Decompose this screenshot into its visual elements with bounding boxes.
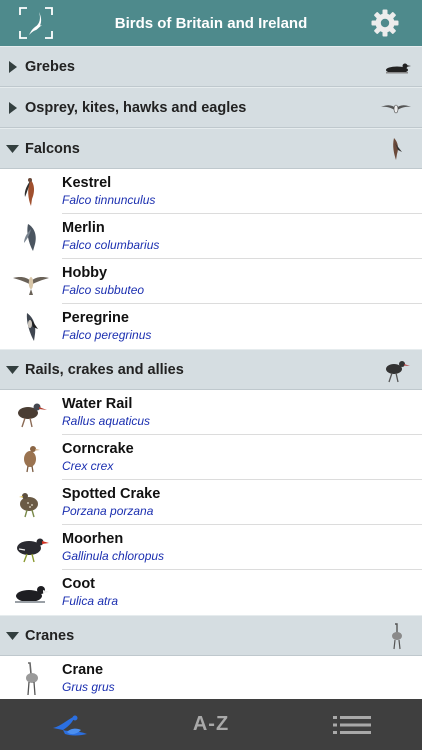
common-name: Crane xyxy=(62,662,104,678)
latin-name: Porzana porzana xyxy=(62,504,154,518)
settings-gear-icon[interactable] xyxy=(370,8,400,38)
kestrel-thumbnail-icon xyxy=(0,169,62,214)
common-name: Spotted Crake xyxy=(62,486,161,502)
a-z-label: A-Z xyxy=(192,713,230,735)
app-header: Birds of Britain and Ireland xyxy=(0,0,422,46)
common-name: Moorhen xyxy=(62,531,124,547)
common-name: Kestrel xyxy=(62,175,112,191)
list-item-corncrake[interactable]: Corncrake Crex crex xyxy=(0,435,422,480)
falcon-silhouette-icon xyxy=(393,138,402,160)
list-item-merlin[interactable]: Merlin Falco columbarius xyxy=(0,214,422,259)
section-rails-crakes-allies[interactable]: Rails, crakes and allies xyxy=(0,349,422,390)
section-label: Rails, crakes and allies xyxy=(25,361,184,378)
common-name: Peregrine xyxy=(62,310,129,326)
collapse-triangle-icon xyxy=(0,631,25,640)
section-falcons[interactable]: Falcons xyxy=(0,128,422,169)
latin-name: Falco peregrinus xyxy=(62,328,152,342)
latin-name: Rallus aquaticus xyxy=(62,414,151,428)
section-grebes[interactable]: Grebes xyxy=(0,46,422,87)
tab-bar: A-Z xyxy=(0,699,422,750)
grebe-silhouette-icon xyxy=(386,63,411,74)
section-label: Grebes xyxy=(25,58,75,75)
merlin-thumbnail-icon xyxy=(0,214,62,259)
common-name: Merlin xyxy=(62,220,105,236)
list-item-water-rail[interactable]: Water Rail Rallus aquaticus xyxy=(0,390,422,435)
collapse-triangle-icon xyxy=(0,144,25,153)
common-name: Corncrake xyxy=(62,441,134,457)
tab-list[interactable] xyxy=(281,699,422,750)
latin-name: Gallinula chloropus xyxy=(62,549,165,563)
rail-silhouette-icon xyxy=(386,361,410,383)
section-label: Osprey, kites, hawks and eagles xyxy=(25,99,247,116)
app-title: Birds of Britain and Ireland xyxy=(114,14,308,32)
latin-name: Falco subbuteo xyxy=(62,283,145,297)
section-label: Falcons xyxy=(25,140,80,157)
latin-name: Grus grus xyxy=(62,680,115,694)
spotted-crake-thumbnail-icon xyxy=(0,480,62,525)
latin-name: Crex crex xyxy=(62,459,114,473)
list-item-kestrel[interactable]: Kestrel Falco tinnunculus xyxy=(0,169,422,214)
section-cranes[interactable]: Cranes xyxy=(0,615,422,656)
eagle-silhouette-icon xyxy=(381,104,411,114)
list-item-hobby[interactable]: Hobby Falco subbuteo xyxy=(0,259,422,304)
birds-flock-icon xyxy=(53,715,88,735)
latin-name: Fulica atra xyxy=(62,594,119,608)
tab-families[interactable] xyxy=(0,699,141,750)
expand-triangle-icon xyxy=(0,60,25,73)
peregrine-thumbnail-icon xyxy=(0,304,62,349)
list-item-crane[interactable]: Crane Grus grus xyxy=(0,656,422,699)
moorhen-thumbnail-icon xyxy=(0,525,62,570)
collapse-triangle-icon xyxy=(0,365,25,374)
app-logo-icon[interactable] xyxy=(18,6,54,40)
list-icon xyxy=(332,715,371,734)
common-name: Water Rail xyxy=(62,396,133,412)
list-item-coot[interactable]: Coot Fulica atra xyxy=(0,570,422,615)
latin-name: Falco columbarius xyxy=(62,238,160,252)
expand-triangle-icon xyxy=(0,101,25,114)
crane-silhouette-icon xyxy=(392,623,402,650)
list-item-moorhen[interactable]: Moorhen Gallinula chloropus xyxy=(0,525,422,570)
list-item-peregrine[interactable]: Peregrine Falco peregrinus xyxy=(0,304,422,349)
bird-family-list[interactable]: Grebes Osprey, kites, hawks and eagles F… xyxy=(0,46,422,699)
corncrake-thumbnail-icon xyxy=(0,435,62,480)
list-item-spotted-crake[interactable]: Spotted Crake Porzana porzana xyxy=(0,480,422,525)
section-label: Cranes xyxy=(25,627,75,644)
section-osprey-kites-hawks-eagles[interactable]: Osprey, kites, hawks and eagles xyxy=(0,87,422,128)
crane-thumbnail-icon xyxy=(0,656,62,699)
hobby-thumbnail-icon xyxy=(0,259,62,304)
water-rail-thumbnail-icon xyxy=(0,390,62,435)
coot-thumbnail-icon xyxy=(0,570,62,615)
tab-a-z[interactable]: A-Z xyxy=(141,699,282,750)
latin-name: Falco tinnunculus xyxy=(62,193,156,207)
common-name: Hobby xyxy=(62,265,108,281)
common-name: Coot xyxy=(62,576,96,592)
